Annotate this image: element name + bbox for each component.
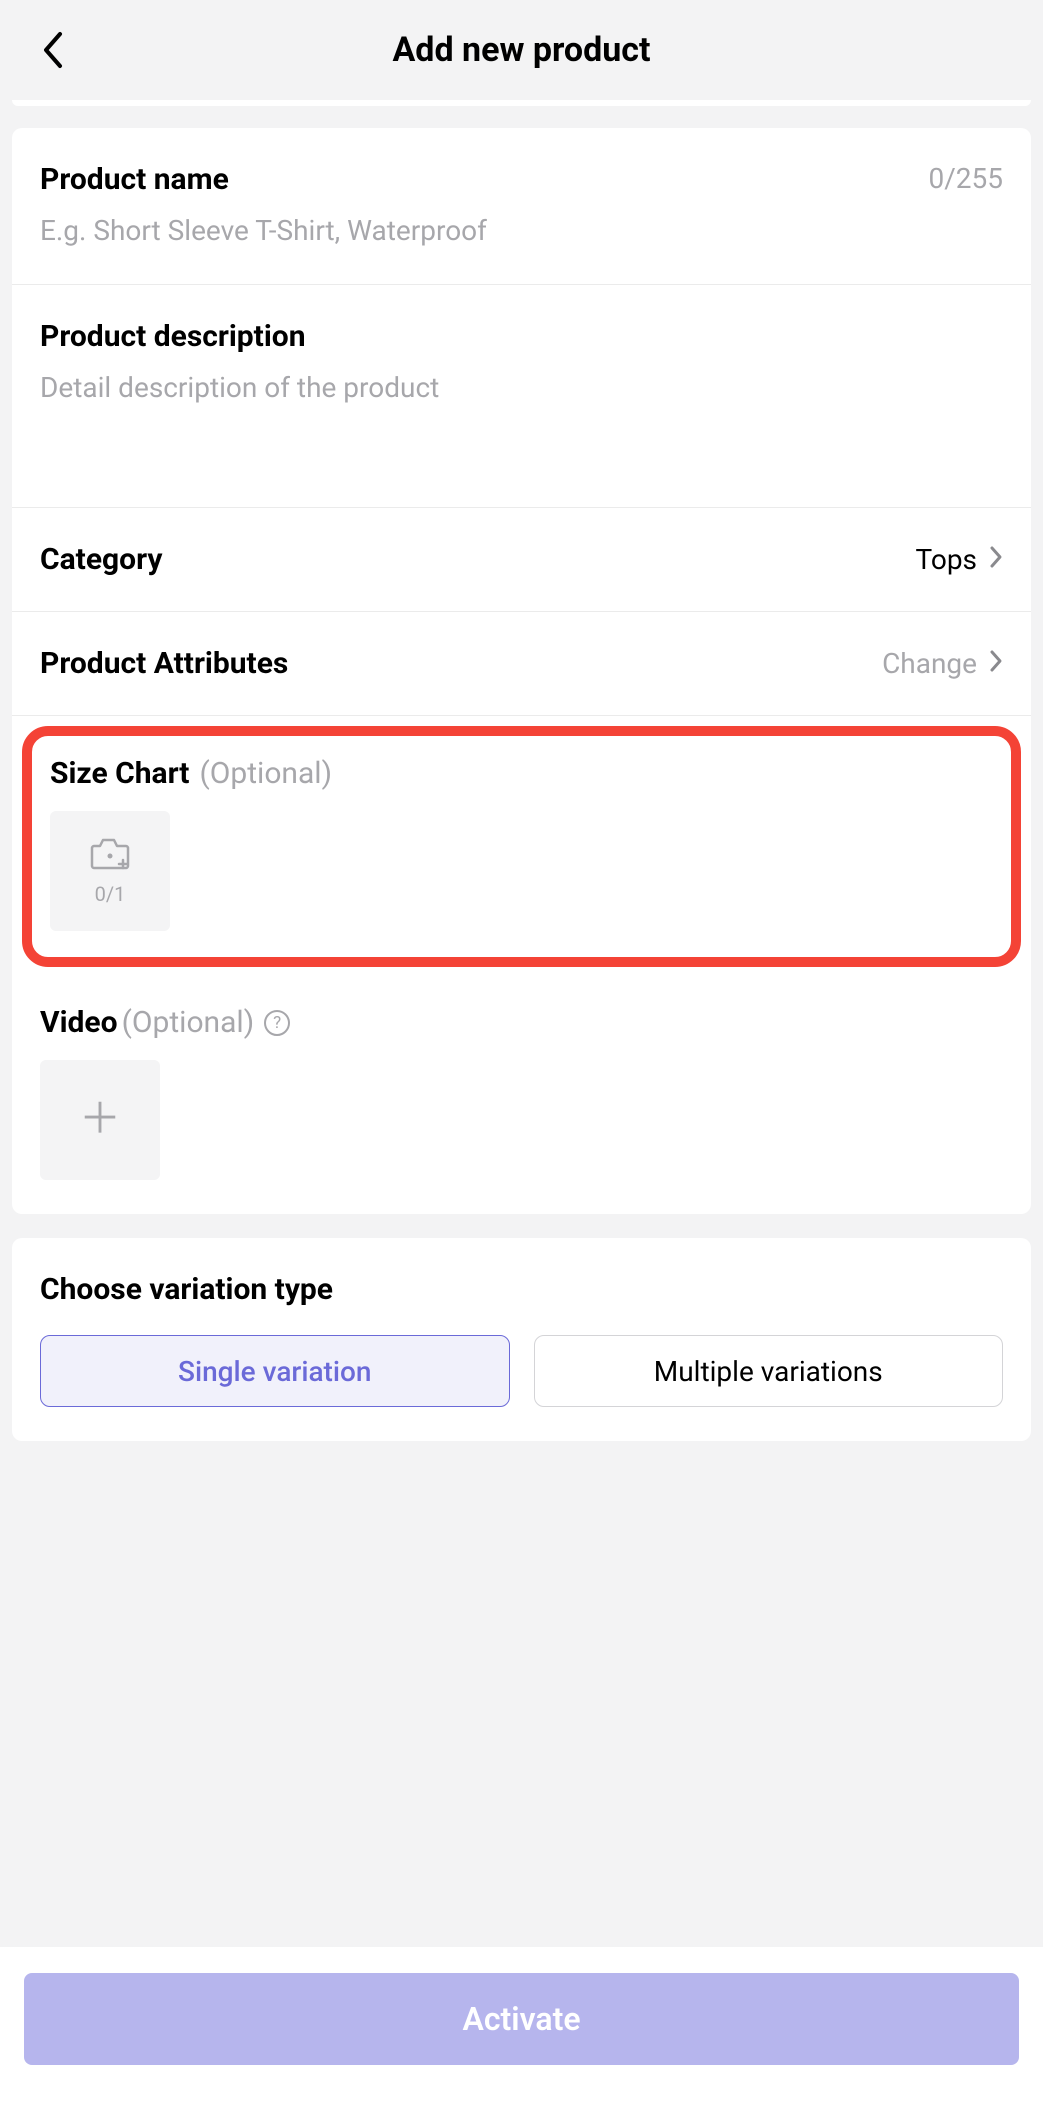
single-variation-button[interactable]: Single variation — [40, 1335, 510, 1407]
app-header: Add new product — [0, 0, 1043, 100]
product-info-card: Product name 0/255 E.g. Short Sleeve T-S… — [12, 128, 1031, 1214]
size-chart-label: Size Chart — [50, 756, 189, 791]
activate-button[interactable]: Activate — [24, 1973, 1019, 2065]
prev-card-edge — [12, 100, 1031, 106]
video-title: Video (Optional) ? — [40, 1005, 1003, 1040]
plus-icon: ＋ — [79, 1099, 121, 1141]
back-icon — [40, 30, 64, 70]
product-attributes-action-group: Change — [882, 647, 1003, 680]
video-section: Video (Optional) ? ＋ — [12, 977, 1031, 1214]
product-attributes-row[interactable]: Product Attributes Change — [12, 612, 1031, 716]
video-upload[interactable]: ＋ — [40, 1060, 160, 1180]
page-title: Add new product — [0, 30, 1043, 70]
variation-card: Choose variation type Single variation M… — [12, 1238, 1031, 1441]
product-description-label: Product description — [40, 319, 306, 354]
chevron-right-icon — [989, 647, 1003, 680]
product-name-input[interactable]: E.g. Short Sleeve T-Shirt, Waterproof — [40, 211, 1003, 250]
footer-bar: Activate — [0, 1947, 1043, 2107]
category-row[interactable]: Category Tops — [12, 508, 1031, 612]
category-value-group: Tops — [916, 543, 1004, 576]
video-optional: (Optional) — [122, 1005, 255, 1040]
product-name-section[interactable]: Product name 0/255 E.g. Short Sleeve T-S… — [12, 128, 1031, 285]
category-value: Tops — [916, 543, 978, 576]
variation-options: Single variation Multiple variations — [40, 1335, 1003, 1407]
size-chart-count: 0/1 — [95, 882, 126, 906]
product-attributes-label: Product Attributes — [40, 646, 288, 681]
category-label: Category — [40, 542, 162, 577]
size-chart-highlight: Size Chart (Optional) 0/1 — [22, 726, 1021, 967]
product-description-section[interactable]: Product description Detail description o… — [12, 285, 1031, 508]
size-chart-upload[interactable]: 0/1 — [50, 811, 170, 931]
product-name-counter: 0/255 — [929, 162, 1004, 195]
help-icon[interactable]: ? — [264, 1010, 290, 1036]
multiple-variations-button[interactable]: Multiple variations — [534, 1335, 1004, 1407]
size-chart-optional: (Optional) — [199, 756, 332, 791]
camera-plus-icon — [88, 836, 132, 874]
product-description-input[interactable]: Detail description of the product — [40, 368, 1003, 407]
chevron-right-icon — [989, 543, 1003, 576]
back-button[interactable] — [32, 30, 72, 70]
size-chart-title: Size Chart (Optional) — [50, 756, 993, 791]
video-label: Video — [40, 1005, 118, 1040]
product-attributes-action: Change — [882, 647, 977, 680]
product-name-label: Product name — [40, 162, 229, 197]
variation-label: Choose variation type — [40, 1272, 1003, 1307]
